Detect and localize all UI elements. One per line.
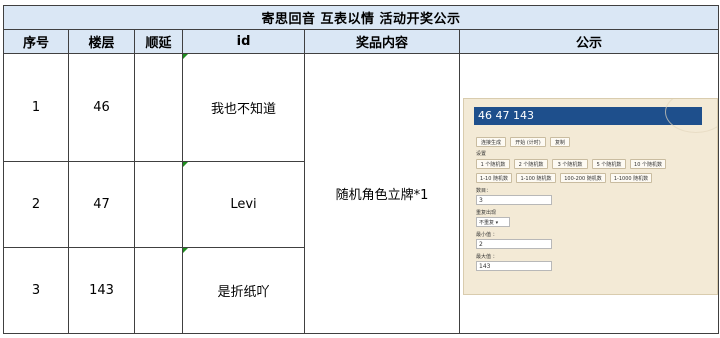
preset-button: 2 个随机数 xyxy=(514,159,548,169)
draw-result-screenshot: 46 47 143 连接生成 开始 (计时) 复制 设置 1 个随机数 2 个随… xyxy=(463,98,718,295)
prize-announcement-table: 寄思回音 互表以情 活动开奖公示 序号 楼层 顺延 id 奖品内容 公示 1 4… xyxy=(3,5,719,334)
copy-button: 复制 xyxy=(550,137,570,147)
max-label: 最大值 ： xyxy=(476,254,498,260)
prize-cell[interactable]: 随机角色立牌*1 xyxy=(304,53,460,334)
row-index-cell[interactable]: 3 xyxy=(3,247,69,334)
generate-button: 连接生成 xyxy=(476,137,506,147)
row-index-cell[interactable]: 2 xyxy=(3,161,69,248)
header-id: id xyxy=(182,29,305,54)
table-row: 1 46 我也不知道 随机角色立牌*1 46 47 143 连接生成 开始 (计… xyxy=(3,53,719,334)
row-floor-cell[interactable]: 143 xyxy=(68,247,135,334)
settings-label: 设置 xyxy=(476,151,487,157)
preset-button: 100-200 随机数 xyxy=(560,173,606,183)
row-id-cell[interactable]: 是折纸吖 xyxy=(182,247,305,334)
start-timer-button: 开始 (计时) xyxy=(510,137,546,147)
row-index-cell[interactable]: 1 xyxy=(3,53,69,162)
preset-button: 1-1000 随机数 xyxy=(610,173,652,183)
repeat-select-value: 不重复 xyxy=(479,220,495,226)
preset-button: 5 个随机数 xyxy=(592,159,626,169)
preset-button: 1-100 随机数 xyxy=(516,173,556,183)
header-prize: 奖品内容 xyxy=(304,29,460,54)
header-floor: 楼层 xyxy=(68,29,135,54)
preset-button: 1-10 随机数 xyxy=(476,173,512,183)
preset-button: 3 个随机数 xyxy=(552,159,588,169)
chevron-down-icon: ▾ xyxy=(495,220,499,226)
count-field: 3 xyxy=(476,195,552,205)
min-field: 2 xyxy=(476,239,552,249)
header-index: 序号 xyxy=(3,29,69,54)
row-id-cell[interactable]: Levi xyxy=(182,161,305,248)
publication-cell[interactable]: 46 47 143 连接生成 开始 (计时) 复制 设置 1 个随机数 2 个随… xyxy=(459,53,719,334)
row-floor-cell[interactable]: 46 xyxy=(68,53,135,162)
header-publication: 公示 xyxy=(459,29,719,54)
row-id-cell[interactable]: 我也不知道 xyxy=(182,53,305,162)
header-defer: 顺延 xyxy=(134,29,183,54)
row-defer-cell[interactable] xyxy=(134,53,183,162)
row-floor-cell[interactable]: 47 xyxy=(68,161,135,248)
preset-button: 10 个随机数 xyxy=(630,159,666,169)
repeat-select: 不重复 ▾ xyxy=(476,217,510,227)
row-defer-cell[interactable] xyxy=(134,247,183,334)
max-field: 143 xyxy=(476,261,552,271)
count-label: 数目： xyxy=(476,188,492,194)
table-title: 寄思回音 互表以情 活动开奖公示 xyxy=(3,5,719,30)
result-display: 46 47 143 xyxy=(474,107,702,125)
row-defer-cell[interactable] xyxy=(134,161,183,248)
preset-button: 1 个随机数 xyxy=(476,159,510,169)
min-label: 最小值 ： xyxy=(476,232,498,238)
repeat-label: 重复出现 xyxy=(476,210,497,216)
